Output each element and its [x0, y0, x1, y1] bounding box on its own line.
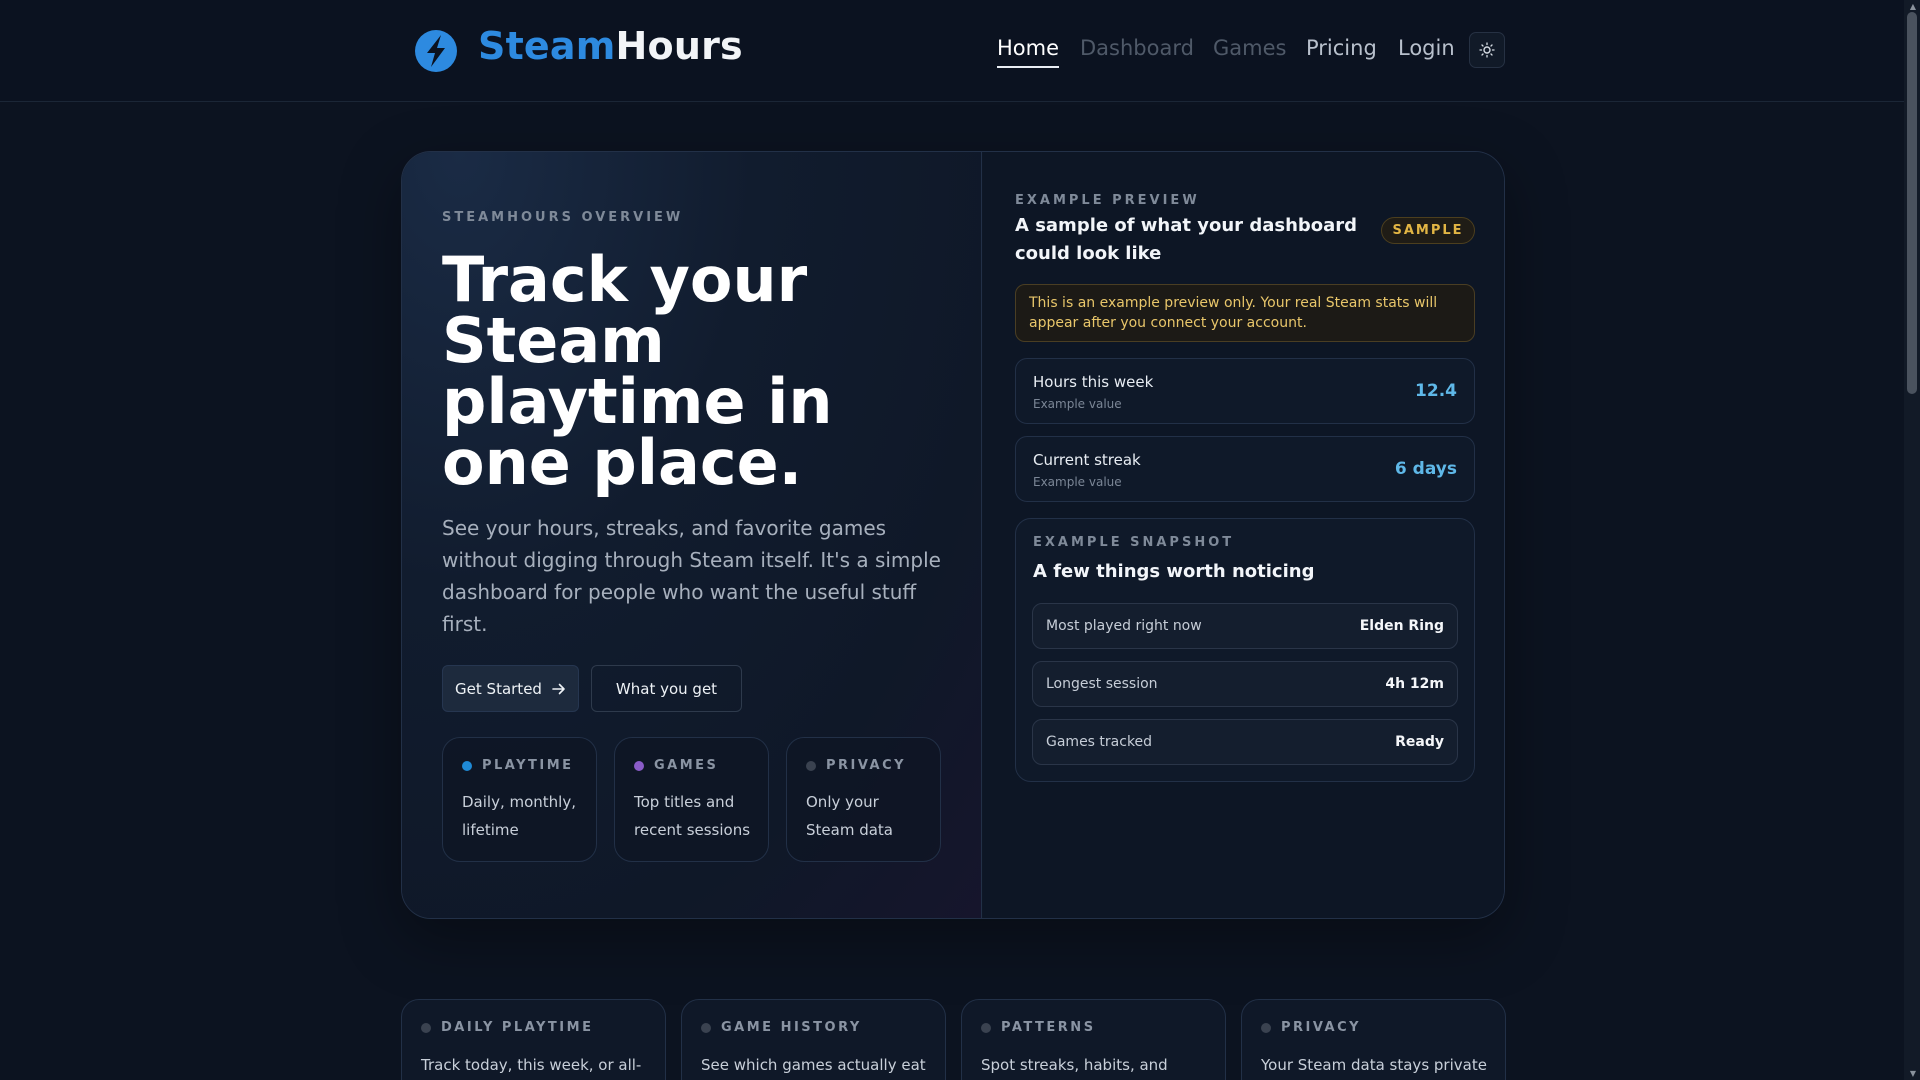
nav-login[interactable]: Login — [1398, 36, 1455, 60]
mini-card-privacy: PRIVACY Only your Steam data — [786, 737, 941, 862]
snapshot-eyebrow: EXAMPLE SNAPSHOT — [1033, 535, 1235, 550]
sun-icon — [1479, 42, 1495, 58]
snapshot-row-key: Longest session — [1046, 676, 1158, 692]
page-scrollbar[interactable]: ▲ ▼ — [1904, 0, 1920, 1080]
mini-card-tag: PRIVACY — [806, 758, 906, 773]
status-dot-icon — [981, 1022, 991, 1033]
stat-card-streak: Current streak Example value 6 days — [1015, 436, 1475, 502]
feature-card-patterns: PATTERNS Spot streaks, habits, and — [961, 999, 1226, 1080]
snapshot-row: Games tracked Ready — [1032, 719, 1458, 765]
theme-toggle-button[interactable] — [1469, 32, 1505, 68]
example-snapshot-card: EXAMPLE SNAPSHOT A few things worth noti… — [1015, 518, 1475, 782]
preview-eyebrow: EXAMPLE PREVIEW — [1015, 193, 1200, 208]
hero-card: STEAMHOURS OVERVIEW Track your Steam pla… — [401, 151, 1505, 919]
status-dot-icon — [462, 760, 472, 771]
mini-card-tag-label: PLAYTIME — [482, 758, 574, 773]
nav-pricing[interactable]: Pricing — [1306, 36, 1377, 60]
stat-value: 12.4 — [1415, 381, 1457, 401]
snapshot-title: A few things worth noticing — [1033, 561, 1315, 582]
snapshot-row-value: Elden Ring — [1359, 618, 1444, 634]
feature-text: Your Steam data stays private — [1261, 1056, 1487, 1074]
mini-card-games: GAMES Top titles and recent sessions — [614, 737, 769, 862]
status-dot-icon — [421, 1022, 431, 1033]
mini-card-tag-label: PRIVACY — [826, 758, 907, 773]
feature-text: Track today, this week, or all- — [421, 1056, 642, 1074]
stat-sublabel: Example value — [1033, 475, 1122, 489]
brand-part-steam: Steam — [478, 24, 616, 68]
stat-label: Hours this week — [1033, 373, 1154, 391]
stat-sublabel: Example value — [1033, 397, 1122, 411]
get-started-label: Get Started — [455, 679, 542, 698]
get-started-button[interactable]: Get Started — [442, 665, 579, 712]
mini-card-tag-label: GAMES — [654, 758, 719, 773]
status-dot-icon — [634, 760, 644, 771]
mini-card-text: Only your Steam data — [806, 793, 893, 839]
feature-tag: PATTERNS — [981, 1020, 1096, 1035]
stat-card-hours-week: Hours this week Example value 12.4 — [1015, 358, 1475, 424]
snapshot-row-key: Games tracked — [1046, 734, 1153, 750]
feature-text: See which games actually eat — [701, 1056, 926, 1074]
feature-tag-label: GAME HISTORY — [721, 1020, 862, 1035]
snapshot-row: Longest session 4h 12m — [1032, 661, 1458, 707]
what-you-get-label: What you get — [615, 679, 718, 698]
feature-card-privacy: PRIVACY Your Steam data stays private — [1241, 999, 1506, 1080]
feature-card-daily-playtime: DAILY PLAYTIME Track today, this week, o… — [401, 999, 666, 1080]
status-dot-icon — [806, 760, 816, 771]
stat-value: 6 days — [1394, 459, 1457, 479]
preview-notice: This is an example preview only. Your re… — [1015, 284, 1475, 342]
hero-title: Track your Steam playtime in one place. — [442, 243, 833, 499]
lightning-logo-icon[interactable] — [414, 29, 458, 73]
snapshot-row: Most played right now Elden Ring — [1032, 603, 1458, 649]
feature-tag-label: PRIVACY — [1281, 1020, 1362, 1035]
status-dot-icon — [701, 1022, 711, 1033]
feature-tag: DAILY PLAYTIME — [421, 1020, 593, 1035]
feature-text: Spot streaks, habits, and — [981, 1056, 1168, 1074]
scrollbar-thumb[interactable] — [1907, 12, 1917, 394]
scroll-up-arrow-icon[interactable]: ▲ — [1910, 2, 1916, 11]
feature-tag-label: DAILY PLAYTIME — [441, 1020, 594, 1035]
snapshot-row-key: Most played right now — [1046, 618, 1202, 634]
scroll-down-arrow-icon[interactable]: ▼ — [1910, 1069, 1916, 1078]
hero-left-panel: STEAMHOURS OVERVIEW Track your Steam pla… — [402, 152, 982, 918]
mini-card-tag: GAMES — [634, 758, 718, 773]
status-dot-icon — [1261, 1022, 1271, 1033]
sample-badge: SAMPLE — [1381, 217, 1475, 244]
brand-part-hours: Hours — [615, 24, 743, 68]
feature-tag-label: PATTERNS — [1001, 1020, 1096, 1035]
what-you-get-button[interactable]: What you get — [591, 665, 742, 712]
mini-card-text: Top titles and recent sessions — [634, 793, 751, 839]
example-preview-panel: EXAMPLE PREVIEW A sample of what your da… — [983, 152, 1504, 918]
preview-title: A sample of what your dashboard could lo… — [1015, 215, 1358, 264]
feature-tag: PRIVACY — [1261, 1020, 1361, 1035]
arrow-right-icon — [552, 683, 565, 694]
stat-label: Current streak — [1033, 451, 1141, 469]
top-navbar: SteamHours Home Dashboard Games Pricing … — [0, 0, 1904, 102]
mini-card-text: Daily, monthly, lifetime — [462, 793, 576, 839]
mini-card-playtime: PLAYTIME Daily, monthly, lifetime — [442, 737, 597, 862]
nav-home[interactable]: Home — [997, 36, 1060, 68]
nav-games[interactable]: Games — [1213, 36, 1286, 60]
snapshot-row-value: 4h 12m — [1385, 676, 1444, 692]
feature-card-game-history: GAME HISTORY See which games actually ea… — [681, 999, 946, 1080]
mini-card-tag: PLAYTIME — [462, 758, 574, 773]
snapshot-row-value: Ready — [1395, 734, 1444, 750]
nav-dashboard[interactable]: Dashboard — [1080, 36, 1194, 60]
brand-wordmark[interactable]: SteamHours — [478, 24, 743, 68]
hero-eyebrow: STEAMHOURS OVERVIEW — [442, 210, 684, 225]
hero-description: See your hours, streaks, and favorite ga… — [442, 516, 941, 636]
feature-tag: GAME HISTORY — [701, 1020, 862, 1035]
